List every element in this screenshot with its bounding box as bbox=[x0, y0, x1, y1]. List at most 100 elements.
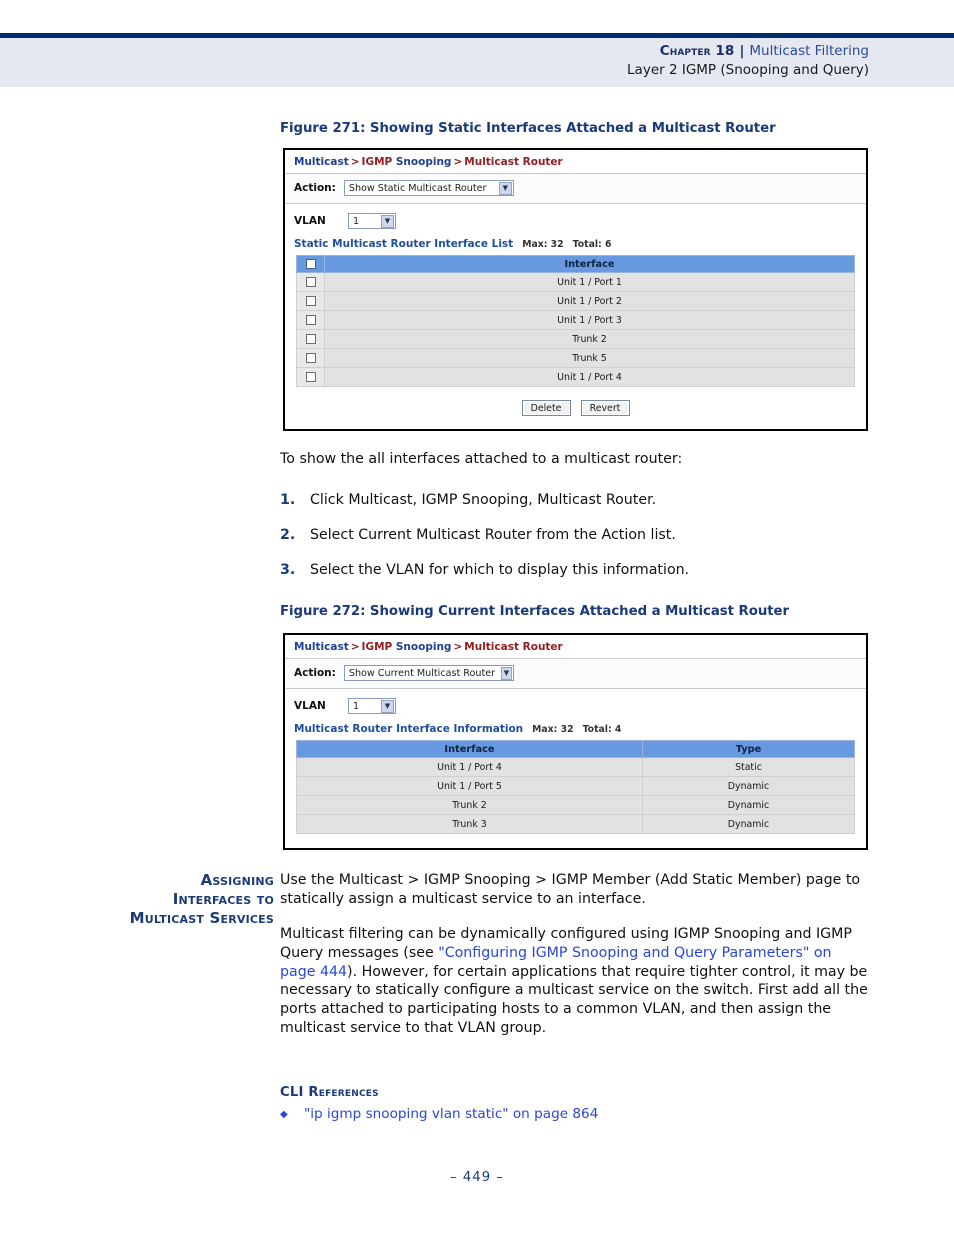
cell-interface: Unit 1 / Port 3 bbox=[324, 310, 855, 330]
static-router-table-body: Unit 1 / Port 1 Unit 1 / Port 2 Unit 1 /… bbox=[296, 272, 855, 387]
row-checkbox[interactable] bbox=[305, 315, 316, 325]
section-body: Use the Multicast > IGMP Snooping > IGMP… bbox=[280, 871, 870, 1038]
cell-type: Static bbox=[641, 757, 856, 777]
vlan-row: VLAN 1 ▼ bbox=[285, 204, 866, 233]
header-chapter-label: Chapter 18 bbox=[659, 43, 735, 59]
vlan-label: VLAN bbox=[294, 700, 326, 712]
cell-interface: Trunk 2 bbox=[296, 795, 643, 815]
side-heading-line-2: Interfaces to bbox=[172, 889, 274, 908]
step-text: Click Multicast, IGMP Snooping, Multicas… bbox=[310, 491, 657, 508]
vlan-select[interactable]: 1 ▼ bbox=[348, 213, 396, 229]
row-select-cell[interactable] bbox=[296, 310, 325, 330]
table-row: Trunk 5 bbox=[296, 348, 855, 368]
cell-type: Dynamic bbox=[641, 776, 856, 796]
row-select-cell[interactable] bbox=[296, 367, 325, 387]
row-select-cell[interactable] bbox=[296, 348, 325, 368]
select-all-header-cell[interactable] bbox=[296, 255, 325, 273]
step-text: Select Current Multicast Router from the… bbox=[310, 526, 676, 543]
instructions-block: To show the all interfaces attached to a… bbox=[280, 450, 870, 580]
breadcrumb: Multicast > IGMP Snooping > Multicast Router bbox=[285, 150, 866, 174]
figure-271-button-bar: Delete Revert bbox=[285, 387, 866, 429]
delete-button[interactable]: Delete bbox=[521, 400, 571, 416]
figure-271-caption-wrap: Figure 271: Showing Static Interfaces At… bbox=[280, 121, 870, 136]
breadcrumb-item-multicast-router[interactable]: Multicast Router bbox=[464, 156, 562, 168]
row-select-cell[interactable] bbox=[296, 329, 325, 349]
row-checkbox[interactable] bbox=[305, 353, 316, 363]
row-checkbox[interactable] bbox=[305, 372, 316, 382]
table-row: Unit 1 / Port 3 bbox=[296, 310, 855, 330]
row-checkbox[interactable] bbox=[305, 334, 316, 344]
breadcrumb-item-multicast[interactable]: Multicast bbox=[294, 641, 349, 653]
cli-reference-link[interactable]: "ip igmp snooping vlan static" on page 8… bbox=[304, 1106, 598, 1124]
instructions-intro: To show the all interfaces attached to a… bbox=[280, 451, 683, 467]
row-select-cell[interactable] bbox=[296, 272, 325, 292]
figure-272-bottom-spacer bbox=[285, 834, 866, 848]
running-header: Chapter 18 | Multicast Filtering Layer 2 I… bbox=[0, 42, 869, 79]
list-item: 2. Select Current Multicast Router from … bbox=[280, 526, 870, 545]
breadcrumb-separator-2: > bbox=[453, 156, 463, 168]
list-max-count: Max: 32 bbox=[522, 239, 564, 250]
cli-references-block: CLI References ◆ "ip igmp snooping vlan … bbox=[280, 1085, 870, 1124]
breadcrumb-item-multicast-router[interactable]: Multicast Router bbox=[464, 641, 562, 653]
row-checkbox[interactable] bbox=[305, 277, 316, 287]
cell-interface: Unit 1 / Port 4 bbox=[324, 367, 855, 387]
list-item: 1. Click Multicast, IGMP Snooping, Multi… bbox=[280, 491, 870, 510]
action-label: Action: bbox=[294, 667, 336, 679]
static-router-interface-table: Interface Unit 1 / Port 1 Unit 1 / Port … bbox=[296, 255, 855, 387]
chevron-down-icon: ▼ bbox=[381, 214, 394, 228]
page-footer: – 449 – bbox=[0, 1170, 954, 1185]
table-row: Unit 1 / Port 2 bbox=[296, 291, 855, 311]
table-row: Unit 1 / Port 4 bbox=[296, 367, 855, 387]
section-side-heading: Assigning Interfaces to Multicast Servic… bbox=[50, 871, 274, 927]
breadcrumb-item-igmp[interactable]: IGMP bbox=[362, 156, 393, 168]
table-row: Unit 1 / Port 1 bbox=[296, 272, 855, 292]
vlan-select-value: 1 bbox=[353, 700, 360, 712]
list-total-count: Total: 6 bbox=[572, 239, 612, 250]
table-header-row: Interface Type bbox=[296, 740, 856, 758]
cell-interface: Trunk 3 bbox=[296, 814, 643, 834]
breadcrumb-separator-1: > bbox=[350, 156, 360, 168]
action-select[interactable]: Show Current Multicast Router ▼ bbox=[343, 665, 514, 681]
page-number: – 449 – bbox=[450, 1170, 504, 1185]
step-number: 1. bbox=[280, 491, 296, 508]
list-title-text: Multicast Router Interface Information bbox=[294, 723, 524, 735]
cell-interface: Unit 1 / Port 1 bbox=[324, 272, 855, 292]
breadcrumb-separator-1: > bbox=[350, 641, 360, 653]
instruction-steps: 1. Click Multicast, IGMP Snooping, Multi… bbox=[280, 491, 870, 580]
header-topic-label: Multicast Filtering bbox=[749, 43, 869, 59]
side-heading-line-3: Multicast Services bbox=[129, 908, 274, 927]
list-item: 3. Select the VLAN for which to display … bbox=[280, 561, 870, 580]
figure-271-caption: Figure 271: Showing Static Interfaces At… bbox=[280, 121, 776, 136]
chevron-down-icon: ▼ bbox=[498, 181, 512, 195]
breadcrumb-separator-2: > bbox=[453, 641, 463, 653]
action-row: Action: Show Current Multicast Router ▼ bbox=[285, 659, 866, 689]
breadcrumb: Multicast > IGMP Snooping > Multicast Router bbox=[285, 635, 866, 659]
vlan-select-value: 1 bbox=[353, 215, 360, 227]
column-header-interface: Interface bbox=[296, 740, 643, 758]
column-header-interface: Interface bbox=[324, 255, 855, 273]
row-select-cell[interactable] bbox=[296, 291, 325, 311]
header-chapter-line: Chapter 18 | Multicast Filtering bbox=[0, 42, 869, 61]
list-title-text: Static Multicast Router Interface List bbox=[294, 238, 514, 250]
breadcrumb-item-snooping[interactable]: Snooping bbox=[396, 641, 452, 653]
select-all-checkbox[interactable] bbox=[305, 258, 316, 269]
step-number: 3. bbox=[280, 561, 296, 578]
breadcrumb-item-snooping[interactable]: Snooping bbox=[396, 156, 452, 168]
cell-interface: Unit 1 / Port 2 bbox=[324, 291, 855, 311]
row-checkbox[interactable] bbox=[305, 296, 316, 306]
table-row: Trunk 2 bbox=[296, 329, 855, 349]
revert-button[interactable]: Revert bbox=[580, 400, 630, 416]
list-max-count: Max: 32 bbox=[532, 724, 574, 735]
vlan-row: VLAN 1 ▼ bbox=[285, 689, 866, 718]
cli-references-heading: CLI References bbox=[280, 1085, 379, 1100]
vlan-select[interactable]: 1 ▼ bbox=[348, 698, 396, 714]
breadcrumb-item-multicast[interactable]: Multicast bbox=[294, 156, 349, 168]
section-paragraph-1: Use the Multicast > IGMP Snooping > IGMP… bbox=[280, 872, 861, 907]
breadcrumb-item-igmp[interactable]: IGMP bbox=[362, 641, 393, 653]
figure-272-ui-screenshot: Multicast > IGMP Snooping > Multicast Router… bbox=[283, 633, 868, 850]
cell-interface: Trunk 5 bbox=[324, 348, 855, 368]
action-select[interactable]: Show Static Multicast Router ▼ bbox=[343, 180, 514, 196]
vlan-label: VLAN bbox=[294, 215, 326, 227]
figure-272-caption-wrap: Figure 272: Showing Current Interfaces A… bbox=[280, 604, 870, 619]
cell-interface: Unit 1 / Port 4 bbox=[296, 757, 643, 777]
